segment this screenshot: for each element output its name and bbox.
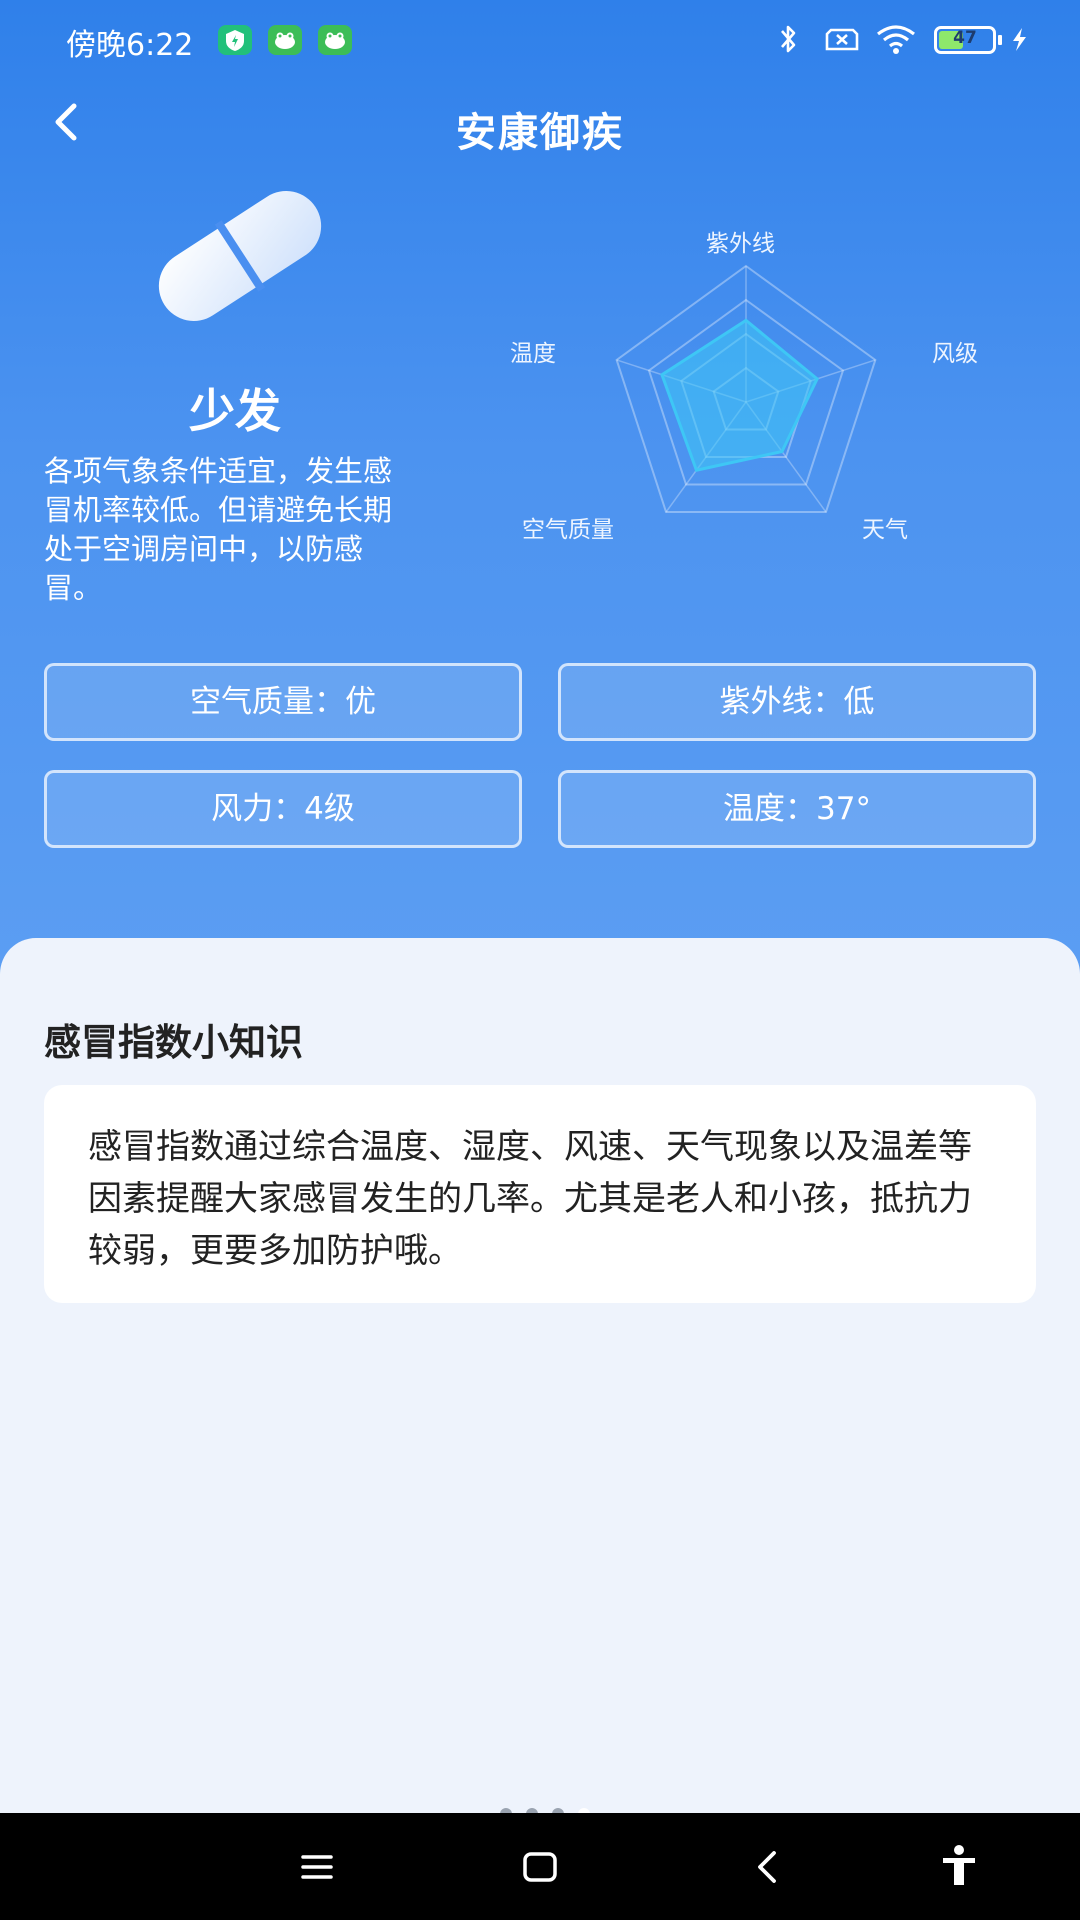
frog-app-icon: [318, 25, 352, 55]
battery-cap: [998, 35, 1002, 45]
knowledge-title: 感冒指数小知识: [44, 1021, 303, 1064]
menu-button[interactable]: [289, 1839, 345, 1895]
risk-level: 少发: [189, 384, 281, 438]
back-icon: [758, 1851, 776, 1883]
accessibility-button[interactable]: [931, 1839, 987, 1895]
home-button[interactable]: [512, 1839, 568, 1895]
temperature-box: 温度：37°: [558, 770, 1036, 848]
home-icon: [523, 1852, 557, 1882]
wind-box: 风力：4级: [44, 770, 522, 848]
knowledge-text: 感冒指数通过综合温度、湿度、风速、天气现象以及温差等因素提醒大家感冒发生的几率。…: [88, 1127, 972, 1271]
bluetooth-icon: [781, 25, 796, 53]
uv-box: 紫外线：低: [558, 663, 1036, 741]
radar-label-air: 空气质量: [522, 517, 614, 543]
battery-icon: 47: [934, 26, 996, 54]
pill-icon: [158, 191, 322, 321]
navigation-bar: [0, 1813, 1080, 1920]
battery-percent: 47: [953, 28, 977, 48]
menu-icon: [301, 1855, 333, 1879]
radar-label-uv: 紫外线: [706, 231, 775, 257]
radar-value-area: [660, 318, 820, 472]
page-title: 安康御疾: [456, 110, 624, 156]
accessibility-icon: [943, 1845, 975, 1885]
shield-app-icon: [218, 25, 252, 55]
knowledge-sheet: 感冒指数小知识 感冒指数通过综合温度、湿度、风速、天气现象以及温差等因素提醒大家…: [0, 938, 1080, 1813]
radar-label-weather: 天气: [862, 517, 908, 543]
wifi-icon: [877, 25, 915, 54]
sim-off-icon: [825, 28, 859, 51]
status-bar: 傍晚6:22 47: [0, 0, 1080, 78]
knowledge-card: 感冒指数通过综合温度、湿度、风速、天气现象以及温差等因素提醒大家感冒发生的几率。…: [44, 1085, 1036, 1303]
charging-icon: [1013, 28, 1026, 51]
nav-back-button[interactable]: [740, 1839, 796, 1895]
radar-chart: 紫外线 风级 天气 空气质量 温度: [490, 210, 1070, 570]
status-time: 傍晚6:22: [66, 28, 194, 63]
radar-label-wind: 风级: [932, 341, 978, 367]
radar-label-temp: 温度: [510, 341, 556, 367]
frog-app-icon: [268, 25, 302, 55]
air-quality-box: 空气质量：优: [44, 663, 522, 741]
risk-description: 各项气象条件适宜，发生感冒机率较低。但请避免长期处于空调房间中，以防感冒。: [44, 454, 393, 605]
